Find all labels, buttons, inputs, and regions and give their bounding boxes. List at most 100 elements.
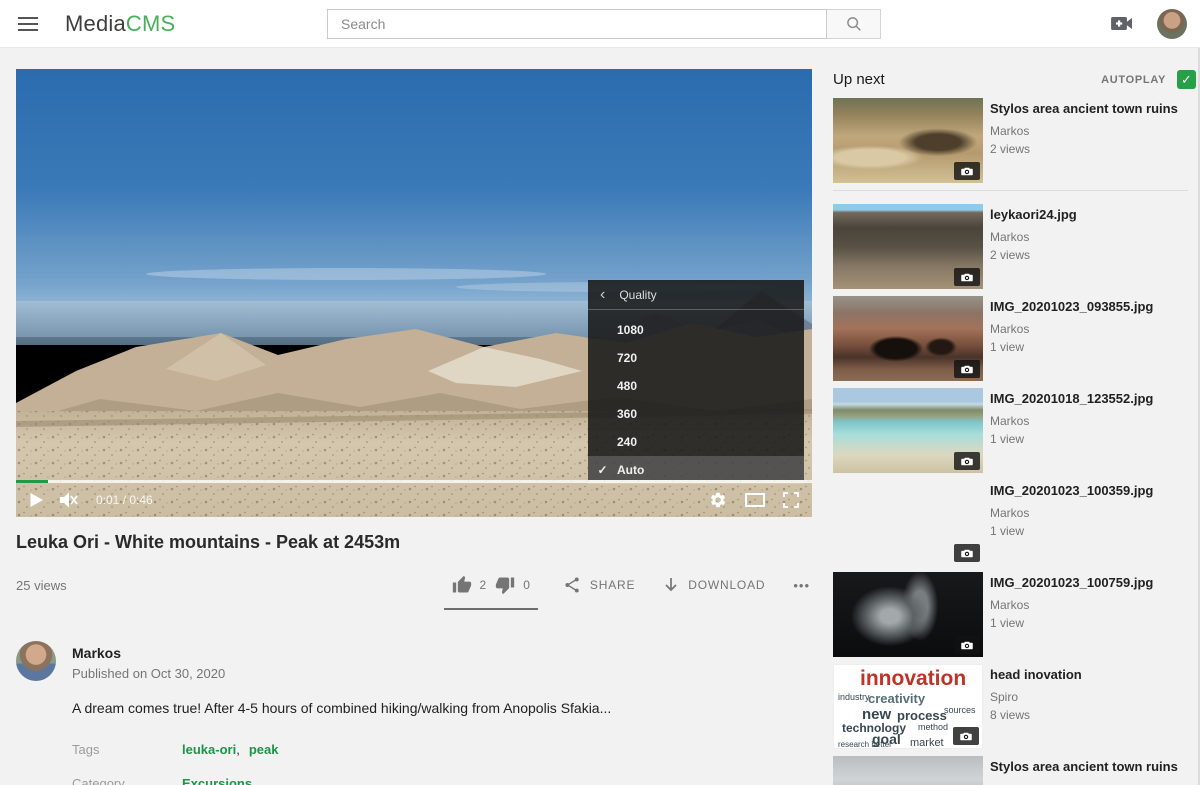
search-input[interactable] <box>327 9 827 39</box>
thumbnail[interactable]: innovation industry creativity new proce… <box>833 664 983 749</box>
camera-icon <box>960 640 974 651</box>
menu-icon[interactable] <box>18 17 38 31</box>
quality-menu-back[interactable]: ‹ Quality <box>588 280 804 310</box>
item-author: Markos <box>990 124 1178 138</box>
user-avatar[interactable] <box>1157 9 1187 39</box>
share-button[interactable]: SHARE <box>564 576 635 594</box>
quality-option-360[interactable]: 360 <box>588 400 804 428</box>
published-date: Published on Oct 30, 2020 <box>72 666 225 681</box>
quality-options: 1080 720 480 360 240 ✓ Auto <box>588 310 804 484</box>
list-item[interactable]: IMG_20201018_123552.jpg Markos 1 view <box>833 388 1196 473</box>
thumbnail[interactable] <box>833 480 983 565</box>
views-count: 25 views <box>16 578 67 593</box>
dislike-button[interactable]: 0 <box>495 575 530 595</box>
item-views: 1 view <box>990 432 1153 446</box>
wordcloud-word: sources <box>944 705 976 715</box>
item-views: 2 views <box>990 248 1077 262</box>
thumbnail[interactable] <box>833 296 983 381</box>
media-meta: Tags leuka-ori,peak Category Excursions <box>72 742 812 785</box>
thumbnail[interactable] <box>833 756 983 785</box>
thumb-down-icon <box>495 575 515 595</box>
likes-count: 2 <box>480 578 487 592</box>
camera-icon <box>960 548 974 559</box>
item-title[interactable]: IMG_20201018_123552.jpg <box>990 391 1153 407</box>
player-controls: 0:01 / 0:46 <box>16 480 812 517</box>
item-title[interactable]: IMG_20201023_100359.jpg <box>990 483 1153 499</box>
download-icon <box>663 577 679 594</box>
thumbnail[interactable] <box>833 204 983 289</box>
video-player[interactable]: ‹ Quality 1080 720 480 360 240 ✓ Auto <box>16 69 812 517</box>
meta-row: 25 views 2 0 SHARE DOWNLOAD <box>16 569 812 601</box>
thumbnail[interactable] <box>833 98 983 183</box>
download-button[interactable]: DOWNLOAD <box>663 577 765 594</box>
list-item[interactable]: innovation industry creativity new proce… <box>833 664 1196 749</box>
like-button[interactable]: 2 <box>452 575 487 595</box>
time-display: 0:01 / 0:46 <box>96 493 153 507</box>
item-views: 1 view <box>990 616 1153 630</box>
wordcloud-word: market <box>910 737 944 749</box>
rating-group: 2 0 <box>446 575 536 595</box>
thumbnail[interactable] <box>833 572 983 657</box>
autoplay-checkbox[interactable]: ✓ <box>1177 70 1196 89</box>
tag-link-peak[interactable]: peak <box>249 742 279 757</box>
fullscreen-icon <box>783 492 799 508</box>
up-next-title: Up next <box>833 71 885 88</box>
camera-icon <box>960 456 974 467</box>
list-item[interactable]: IMG_20201023_100359.jpg Markos 1 view <box>833 480 1196 565</box>
camera-icon <box>960 272 974 283</box>
upload-media-button[interactable] <box>1111 16 1133 31</box>
chevron-left-icon: ‹ <box>600 287 605 303</box>
item-author: Markos <box>990 230 1077 244</box>
main-column: ‹ Quality 1080 720 480 360 240 ✓ Auto <box>16 69 812 785</box>
autoplay-label: AUTOPLAY <box>1101 74 1166 86</box>
quality-menu-title: Quality <box>619 288 656 302</box>
item-views: 1 view <box>990 524 1153 538</box>
divider <box>833 190 1188 191</box>
media-title: Leuka Ori - White mountains - Peak at 24… <box>16 532 812 553</box>
list-item[interactable]: IMG_20201023_100759.jpg Markos 1 view <box>833 572 1196 657</box>
share-label: SHARE <box>590 578 635 592</box>
theater-mode-button[interactable] <box>745 493 765 507</box>
list-item[interactable]: Stylos area ancient town ruins Markos 2 … <box>833 98 1196 183</box>
item-title[interactable]: leykaori24.jpg <box>990 207 1077 223</box>
play-button[interactable] <box>29 492 44 508</box>
category-link[interactable]: Excursions <box>182 776 252 785</box>
settings-button[interactable] <box>709 491 727 509</box>
header-actions <box>1111 9 1187 39</box>
item-title[interactable]: IMG_20201023_100759.jpg <box>990 575 1153 591</box>
list-item[interactable]: Stylos area ancient town ruins <box>833 756 1196 785</box>
logo[interactable]: MediaCMS <box>65 11 175 37</box>
author-name[interactable]: Markos <box>72 645 225 661</box>
volume-muted-icon <box>58 491 78 509</box>
logo-media: Media <box>65 11 126 36</box>
fullscreen-button[interactable] <box>783 492 799 508</box>
thumbnail[interactable] <box>833 388 983 473</box>
quality-option-480[interactable]: 480 <box>588 372 804 400</box>
videocam-plus-icon <box>1111 16 1133 31</box>
share-icon <box>564 576 581 594</box>
item-title[interactable]: Stylos area ancient town ruins <box>990 101 1178 117</box>
list-item[interactable]: IMG_20201023_093855.jpg Markos 1 view <box>833 296 1196 381</box>
item-title[interactable]: head inovation <box>990 667 1082 683</box>
rating-underline <box>444 608 538 610</box>
search-button[interactable] <box>827 9 881 39</box>
item-title[interactable]: Stylos area ancient town ruins <box>990 759 1178 775</box>
wordcloud-word: industry <box>838 692 870 702</box>
more-options-button[interactable]: ••• <box>793 578 810 593</box>
author-avatar[interactable] <box>16 641 56 681</box>
item-author: Markos <box>990 506 1153 520</box>
quality-menu: ‹ Quality 1080 720 480 360 240 ✓ Auto <box>588 280 804 480</box>
quality-option-720[interactable]: 720 <box>588 344 804 372</box>
list-item[interactable]: leykaori24.jpg Markos 2 views <box>833 204 1196 289</box>
quality-option-240[interactable]: 240 <box>588 428 804 456</box>
wordcloud-word: research better <box>838 740 892 749</box>
media-description: A dream comes true! After 4-5 hours of c… <box>72 700 812 716</box>
wordcloud-word: innovation <box>860 667 966 691</box>
mute-button[interactable] <box>58 491 78 509</box>
item-title[interactable]: IMG_20201023_093855.jpg <box>990 299 1153 315</box>
item-views: 2 views <box>990 142 1178 156</box>
dislikes-count: 0 <box>523 578 530 592</box>
quality-option-1080[interactable]: 1080 <box>588 316 804 344</box>
item-views: 1 view <box>990 340 1153 354</box>
tag-link-leuka-ori[interactable]: leuka-ori <box>182 742 236 757</box>
